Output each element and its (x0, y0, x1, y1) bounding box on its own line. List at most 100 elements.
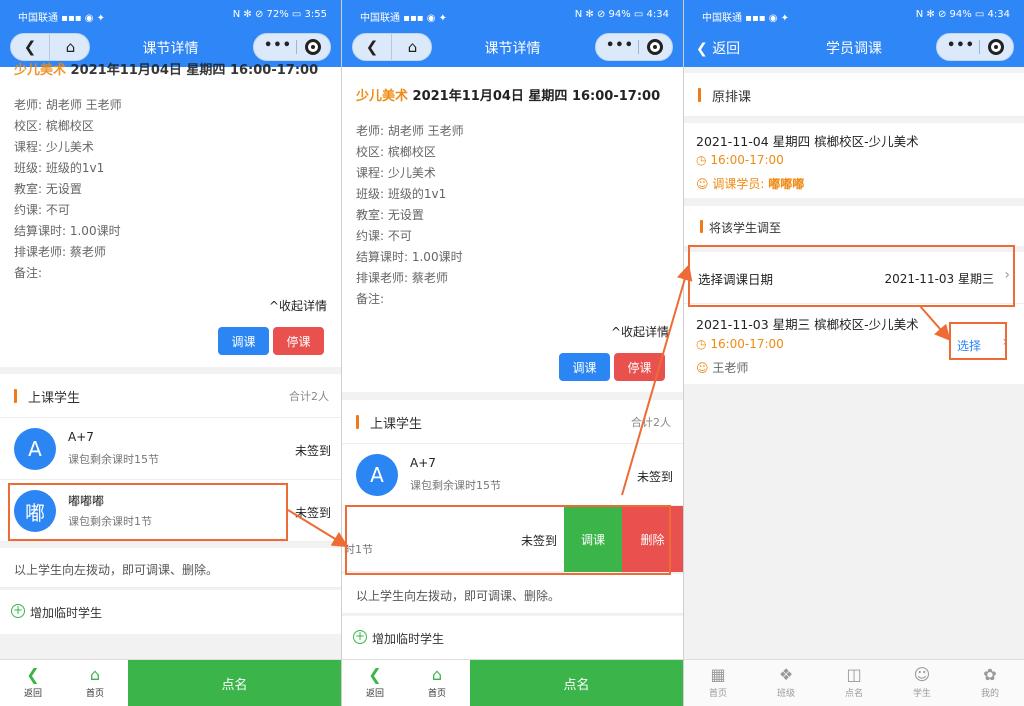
status-bar: 中国联通 ▪▪▪ ◉ ✦ N ✻ ⊘ 94% ▭ 4:34 (342, 0, 683, 30)
home-icon: ⌂ (89, 665, 101, 684)
detail-room: 教室: 无设置 (356, 208, 424, 222)
more-icon[interactable]: ••• (264, 38, 292, 53)
add-temp-student[interactable]: + 增加临时学生 (342, 616, 683, 659)
sign-status: 未签到 (294, 444, 331, 458)
tab-class[interactable]: ❖ 班级 (752, 660, 820, 706)
stop-class-button[interactable]: 停课 (273, 327, 324, 355)
students-section-header: 上课学生 合计2人 (0, 374, 341, 418)
student-name: 嘟嘟嘟 (68, 494, 105, 508)
more-icon[interactable]: ••• (606, 38, 634, 53)
student-row[interactable]: 嘟 嘟嘟嘟 课包剩余课时1节 未签到 (0, 480, 341, 542)
status-carrier: 中国联通 ▪▪▪ ◉ ✦ (360, 13, 447, 24)
layout-icon: ◫ (846, 665, 862, 684)
detail-teacher: 老师: 胡老师 王老师 (14, 98, 122, 112)
add-temp-student-label: 增加临时学生 (30, 606, 103, 620)
plus-icon: + (353, 629, 367, 644)
tab-rollcall[interactable]: ◫ 点名 (820, 660, 888, 706)
capsule-menu: ••• (595, 33, 673, 61)
course-header: 少儿美术 2021年11月04日 星期四 16:00-17:00 (14, 63, 319, 78)
student-count: 合计2人 (631, 416, 671, 429)
tab-home[interactable]: ▦ 首页 (684, 660, 752, 706)
user-icon: ☺ (696, 361, 709, 375)
reschedule-button[interactable]: 调课 (559, 353, 610, 381)
section-title: 将该学生调至 (709, 221, 782, 235)
detail-room: 教室: 无设置 (14, 182, 82, 196)
back-icon: ❮ (26, 665, 40, 684)
tab-student[interactable]: ☺ 学生 (888, 660, 956, 706)
swipe-tip: 以上学生向左拨动，即可调课、删除。 (0, 548, 341, 588)
bottom-home[interactable]: ⌂ 首页 (406, 660, 468, 706)
close-miniapp-icon[interactable] (647, 39, 663, 55)
pick-date-row[interactable]: 选择调课日期 2021-11-03 星期三 › (684, 252, 1024, 304)
detail-card: 少儿美术 2021年11月04日 星期四 16:00-17:00 老师: 胡老师… (0, 63, 341, 367)
close-miniapp-icon[interactable] (988, 39, 1004, 55)
add-temp-student[interactable]: + 增加临时学生 (0, 590, 341, 634)
student-count: 合计2人 (289, 390, 329, 403)
tab-mine[interactable]: ✿ 我的 (956, 660, 1024, 706)
status-carrier: 中国联通 ▪▪▪ ◉ ✦ (18, 13, 105, 24)
reschedule-button[interactable]: 调课 (218, 327, 269, 355)
student-name: 嘟嘟嘟 (768, 177, 805, 191)
detail-class: 班级: 班级的1v1 (14, 161, 105, 175)
section-title: 上课学生 (28, 391, 81, 406)
stop-class-button[interactable]: 停课 (614, 353, 665, 381)
section-bar (700, 220, 703, 233)
chevron-right-icon: › (1002, 334, 1008, 350)
status-carrier: 中国联通 ▪▪▪ ◉ ✦ (702, 13, 789, 24)
rollcall-button[interactable]: 点名 (470, 660, 683, 706)
bottom-bar: ❮ 返回 ⌂ 首页 点名 (342, 659, 683, 706)
option-teacher: ☺ 王老师 (696, 361, 749, 375)
select-button[interactable]: 选择 (957, 337, 981, 354)
detail-teacher: 老师: 胡老师 王老师 (356, 124, 464, 138)
user-icon: ☺ (696, 177, 709, 191)
sign-status: 未签到 (520, 534, 557, 548)
bottom-back[interactable]: ❮ 返回 (344, 660, 406, 706)
option-lesson-card: 2021-11-03 星期三 槟榔校区-少儿美术 ◷ 16:00-17:00 ☺… (684, 304, 1024, 384)
student-row[interactable]: A A+7 课包剩余课时15节 未签到 (0, 418, 341, 480)
students-section-header: 上课学生 合计2人 (342, 400, 683, 444)
detail-course: 课程: 少儿美术 (14, 140, 94, 154)
pick-date-label: 选择调课日期 (698, 272, 774, 287)
bottom-back[interactable]: ❮ 返回 (2, 660, 64, 706)
section-bar (14, 389, 17, 403)
panel-lesson-detail-2: 中国联通 ▪▪▪ ◉ ✦ N ✻ ⊘ 94% ▭ 4:34 ❮ ⌂ 课节详情 •… (342, 0, 683, 706)
bottom-home[interactable]: ⌂ 首页 (64, 660, 126, 706)
divider (638, 40, 639, 54)
section-bar (356, 415, 359, 429)
apps-icon: ❖ (778, 665, 794, 684)
student-remaining: 课包剩余课时15节 (68, 453, 159, 466)
detail-hours: 结算课时: 1.00课时 (356, 250, 463, 264)
status-right: N ✻ ⊘ 72% ▭ 3:55 (232, 9, 327, 20)
target-section-header: 将该学生调至 (684, 206, 1024, 246)
divider (979, 40, 980, 54)
collapse-details-link[interactable]: ^收起详情 (611, 323, 669, 340)
capsule-menu: ••• (253, 33, 331, 61)
collapse-details-link[interactable]: ^收起详情 (269, 297, 327, 314)
option-lesson-title: 2021-11-03 星期三 槟榔校区-少儿美术 (696, 317, 919, 332)
detail-hours: 结算课时: 1.00课时 (14, 224, 121, 238)
sign-status: 未签到 (636, 470, 673, 484)
status-right: N ✻ ⊘ 94% ▭ 4:34 (915, 9, 1010, 20)
student-row[interactable]: A A+7 课包剩余课时15节 未签到 (342, 444, 683, 506)
swipe-reschedule-button[interactable]: 调课 (564, 506, 622, 572)
swipe-delete-button[interactable]: 删除 (622, 506, 683, 572)
student-remaining: 课包剩余课时1节 (68, 515, 152, 528)
student-remaining: 课包剩余课时15节 (410, 479, 501, 492)
detail-class: 班级: 班级的1v1 (356, 187, 447, 201)
clock-icon: ◷ (696, 337, 707, 351)
detail-campus: 校区: 槟榔校区 (356, 145, 436, 159)
nav-bar: ❮ ⌂ 课节详情 ••• (342, 30, 683, 67)
original-time: ◷ 16:00-17:00 (696, 153, 784, 167)
section-title: 原排课 (712, 90, 752, 105)
detail-booking: 约课: 不可 (14, 203, 70, 217)
detail-campus: 校区: 槟榔校区 (14, 119, 94, 133)
close-miniapp-icon[interactable] (305, 39, 321, 55)
detail-scheduler: 排课老师: 蔡老师 (356, 271, 448, 285)
original-student: ☺ 调课学员: 嘟嘟嘟 (696, 177, 805, 191)
student-row-swiped[interactable]: 时1节 未签到 调课 删除 (342, 506, 683, 572)
detail-card: 少儿美术 2021年11月04日 星期四 16:00-17:00 老师: 胡老师… (342, 67, 683, 392)
more-icon[interactable]: ••• (947, 38, 975, 53)
student-name: A+7 (410, 456, 436, 470)
original-lesson-title: 2021-11-04 星期四 槟榔校区-少儿美术 (696, 134, 919, 149)
rollcall-button[interactable]: 点名 (128, 660, 341, 706)
